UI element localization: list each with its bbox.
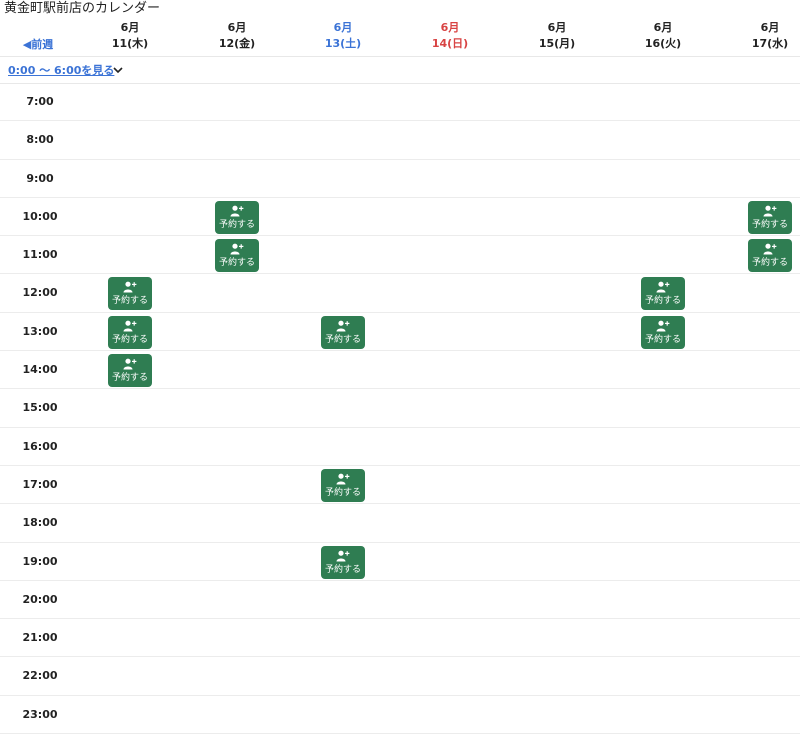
show-early-hours-link[interactable]: 0:00 〜 6:00を見る [8, 64, 114, 78]
book-button[interactable]: 予約する [321, 545, 365, 579]
user-plus-icon [656, 282, 670, 293]
hour-row: 21:00 [0, 619, 800, 658]
day-date: 16(火) [644, 37, 682, 50]
user-plus-icon [336, 320, 350, 332]
day-date: 15(月) [538, 37, 576, 50]
hour-label: 14:00 [22, 363, 58, 377]
hour-row: 16:00 [0, 428, 800, 466]
day-month: 6月 [547, 21, 567, 34]
hour-label: 21:00 [22, 631, 58, 645]
hour-row: 20:00 [0, 581, 800, 620]
book-button-label: 予約する [111, 334, 148, 345]
hour-row: 18:00 [0, 504, 800, 543]
hour-label: 23:00 [22, 707, 58, 721]
book-button[interactable]: 予約する [321, 315, 365, 349]
hour-label: 7:00 [26, 95, 54, 108]
day-date: 13(土) [324, 37, 362, 50]
user-plus-icon [763, 205, 777, 217]
hour-label: 18:00 [22, 516, 58, 530]
book-button-label: 予約する [111, 296, 148, 307]
book-button[interactable]: 予約する [215, 239, 259, 273]
hour-row: 13:00 予約する 予約する 予約する [0, 313, 800, 352]
book-button[interactable]: 予約する [748, 200, 792, 234]
day-date: 12(金) [218, 37, 256, 50]
book-button[interactable]: 予約する [108, 354, 152, 388]
book-button[interactable]: 予約する [321, 468, 365, 502]
hour-row: 7:00 [0, 83, 800, 122]
user-plus-icon [336, 473, 350, 485]
user-plus-icon [230, 205, 244, 217]
day-month: 6月 [653, 21, 673, 34]
day-date: 11(木) [111, 37, 149, 50]
book-button-label: 予約する [751, 219, 788, 230]
book-button-label: 予約する [218, 258, 255, 269]
user-plus-icon [763, 243, 777, 255]
day-header-0: 6月 11(木) [90, 20, 170, 52]
user-plus-icon [336, 550, 350, 562]
hour-label: 13:00 [22, 324, 58, 338]
book-button-label: 予約する [644, 334, 681, 345]
book-button-label: 予約する [751, 258, 788, 269]
hour-row: 9:00 [0, 160, 800, 198]
hour-label: 20:00 [22, 592, 58, 606]
hour-label: 10:00 [22, 209, 58, 223]
hour-row: 17:00 予約する [0, 466, 800, 505]
day-header-4: 6月 15(月) [517, 20, 597, 52]
book-button[interactable]: 予約する [641, 277, 685, 311]
hour-row: 8:00 [0, 121, 800, 160]
prev-week-link[interactable]: ◀前週 [6, 38, 70, 52]
hour-row: 12:00 予約する 予約する [0, 274, 800, 313]
hour-row: 11:00 予約する 予約する [0, 236, 800, 275]
day-header-2: 6月 13(土) [303, 20, 383, 52]
hour-row: 14:00 予約する [0, 351, 800, 390]
user-plus-icon [123, 358, 137, 370]
hour-label: 16:00 [22, 439, 58, 453]
book-button[interactable]: 予約する [641, 315, 685, 349]
day-header-1: 6月 12(金) [197, 20, 277, 52]
day-header-6: 6月 17(水) [730, 20, 800, 52]
day-month: 6月 [120, 21, 140, 34]
book-button[interactable]: 予約する [215, 200, 259, 234]
book-button-label: 予約する [324, 564, 361, 575]
hour-label: 12:00 [22, 286, 58, 300]
user-plus-icon [123, 282, 137, 293]
day-header-3: 6月 14(日) [410, 20, 490, 52]
hour-label: 9:00 [26, 171, 54, 185]
book-button-label: 予約する [324, 487, 361, 498]
day-date: 17(水) [751, 37, 789, 50]
day-header-5: 6月 16(火) [623, 20, 703, 52]
hour-row: 15:00 [0, 389, 800, 428]
day-month: 6月 [760, 21, 780, 34]
user-plus-icon [230, 243, 244, 255]
hour-label: 15:00 [22, 401, 58, 415]
week-header: ◀前週 6月 11(木) 6月 12(金) 6月 13(土) 6月 14(日) 6月 15(月) 6… [0, 20, 800, 57]
hour-row: 19:00 予約する [0, 543, 800, 581]
chevron-down-icon[interactable] [113, 65, 123, 75]
book-button-label: 予約する [218, 219, 255, 230]
hour-row: 10:00 予約する 予約する [0, 198, 800, 237]
hour-label: 22:00 [22, 669, 58, 683]
day-month: 6月 [333, 21, 353, 34]
day-date: 14(日) [431, 37, 469, 50]
book-button[interactable]: 予約する [748, 239, 792, 273]
hour-label: 11:00 [22, 248, 58, 262]
book-button-label: 予約する [644, 296, 681, 307]
page-title: 黄金町駅前店のカレンダー [4, 1, 161, 16]
hour-label: 8:00 [26, 133, 54, 147]
book-button[interactable]: 予約する [108, 315, 152, 349]
hour-row: 23:00 [0, 696, 800, 735]
book-button[interactable]: 予約する [108, 277, 152, 311]
book-button-label: 予約する [324, 334, 361, 345]
book-button-label: 予約する [111, 373, 148, 384]
hour-label: 19:00 [22, 554, 58, 568]
day-month: 6月 [440, 21, 460, 34]
user-plus-icon [123, 320, 137, 332]
day-month: 6月 [227, 21, 247, 34]
calendar-grid: 7:00 8:00 9:00 10:00 予約する 予約する 11:00 予約する 予約する 12… [0, 83, 800, 735]
user-plus-icon [656, 320, 670, 332]
early-hours-row: 0:00 〜 6:00を見る [0, 57, 800, 84]
hour-row: 22:00 [0, 657, 800, 696]
hour-label: 17:00 [22, 477, 58, 491]
